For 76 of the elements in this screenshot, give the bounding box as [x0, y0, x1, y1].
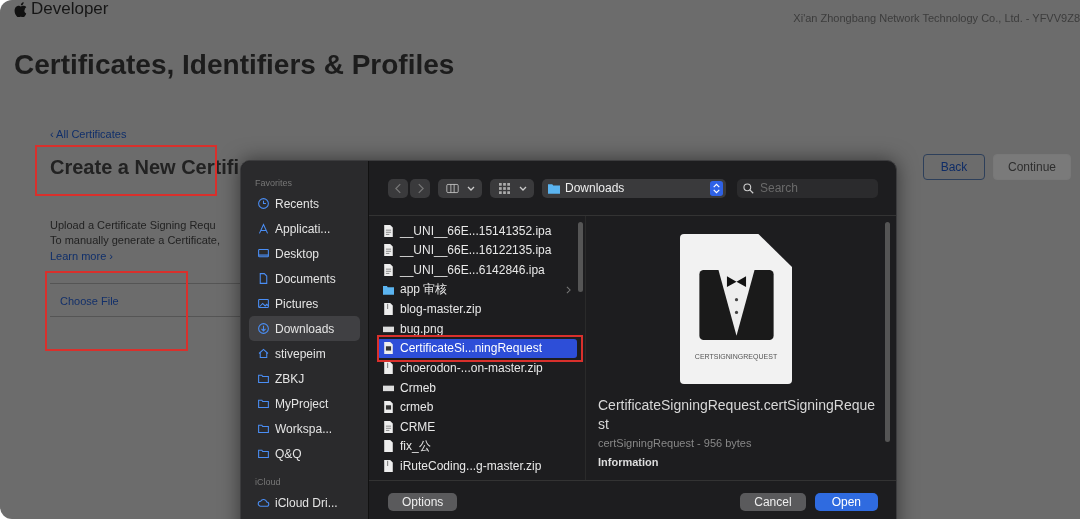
file-row[interactable]: app 审核: [377, 279, 577, 300]
cancel-button[interactable]: Cancel: [740, 492, 806, 511]
zip-file-icon: [383, 361, 394, 374]
sidebar-item[interactable]: Documents: [249, 266, 360, 291]
folder-icon: [548, 182, 560, 194]
file-row[interactable]: __UNI__66E...16122135.ipa: [377, 240, 577, 261]
open-button[interactable]: Open: [814, 492, 878, 511]
sidebar-icon: [257, 322, 270, 335]
description-text: Upload a Certificate Signing Requ: [50, 218, 216, 233]
document-icon: [383, 224, 394, 237]
sidebar-item[interactable]: Desktop: [249, 241, 360, 266]
up-down-arrows-icon: [710, 180, 723, 196]
sidebar-item[interactable]: Pictures: [249, 291, 360, 316]
document-icon: [383, 420, 394, 433]
file-row[interactable]: choerodon-...on-master.zip: [377, 358, 577, 378]
sidebar-item[interactable]: ZBKJ: [249, 366, 360, 391]
section-heading: Information: [598, 456, 660, 468]
file-row[interactable]: CertificateSi...ningRequest: [377, 338, 577, 359]
sidebar-icon: [257, 247, 270, 260]
file-info: certSigningRequest - 956 bytes: [598, 437, 753, 449]
file-row[interactable]: fix_公: [377, 436, 577, 457]
file-icon: [383, 440, 394, 453]
sidebar-section-title: iCloud: [255, 477, 282, 487]
file-row[interactable]: __UNI__66E...15141352.ipa: [377, 221, 577, 241]
sidebar-icon: [257, 222, 270, 235]
sidebar-icon: [257, 297, 270, 310]
document-icon: [383, 264, 394, 276]
sidebar-item[interactable]: Downloads: [249, 316, 360, 341]
zip-file-icon: [383, 303, 394, 316]
sidebar-icon: [257, 372, 270, 385]
search-field[interactable]: Search: [737, 178, 878, 198]
sidebar-icon: [257, 422, 270, 435]
sidebar-item[interactable]: stivepeim: [249, 341, 360, 366]
location-dropdown[interactable]: Downloads: [542, 178, 726, 198]
sidebar-item[interactable]: iCloud Dri...: [249, 490, 360, 515]
sidebar-icon: [257, 496, 270, 509]
brand-name: Developer: [31, 0, 109, 19]
folder-icon: [383, 283, 394, 296]
zip-file-icon: [383, 459, 394, 472]
sidebar-icon: [257, 447, 270, 460]
file-name: CertificateSigningRequest.certSigningRequest: [598, 396, 877, 434]
column-view-button[interactable]: [438, 178, 482, 198]
document-icon: [383, 244, 394, 257]
file-row[interactable]: blog-master.zip: [377, 299, 577, 319]
sidebar-item[interactable]: Recents: [249, 191, 360, 216]
file-row[interactable]: __UNI__66E...6142846.ipa: [377, 260, 577, 280]
sidebar-section-title: Favorites: [255, 178, 293, 188]
tuxedo-icon: [698, 270, 774, 340]
sidebar-icon: [257, 347, 270, 360]
options-button[interactable]: Options: [388, 492, 458, 511]
sidebar-icon: [257, 397, 270, 410]
sidebar-item[interactable]: Applicati...: [249, 216, 360, 241]
columns-icon: [445, 182, 459, 194]
file-row[interactable]: iRuteCoding...g-master.zip: [377, 456, 577, 476]
back-nav-button[interactable]: [388, 178, 408, 198]
grid-view-button[interactable]: [490, 178, 534, 198]
certificate-file-icon: [383, 401, 394, 414]
grid-icon: [497, 182, 511, 194]
chevron-right-icon: [416, 182, 424, 194]
file-row[interactable]: Crmeb: [377, 377, 577, 398]
caret-icon: [466, 185, 475, 191]
sidebar-item[interactable]: MyProject: [249, 391, 360, 416]
sidebar-item[interactable]: Q&Q: [249, 441, 360, 466]
file-row[interactable]: crmeb: [377, 397, 577, 417]
description-text: To manually generate a Certificate,: [50, 233, 220, 248]
sidebar-icon: [257, 197, 270, 210]
chevron-right-icon: [566, 285, 571, 294]
apple-logo-icon: [14, 1, 27, 17]
sidebar-item[interactable]: Workspa...: [249, 416, 360, 441]
caret-icon: [518, 185, 527, 191]
page-title: Certificates, Identifiers & Profiles: [14, 48, 456, 82]
forward-nav-button[interactable]: [410, 178, 430, 198]
sidebar-icon: [257, 272, 270, 285]
file-row[interactable]: CRME: [377, 416, 577, 437]
certificate-file-icon: [383, 342, 394, 355]
chevron-left-icon: [394, 182, 402, 194]
